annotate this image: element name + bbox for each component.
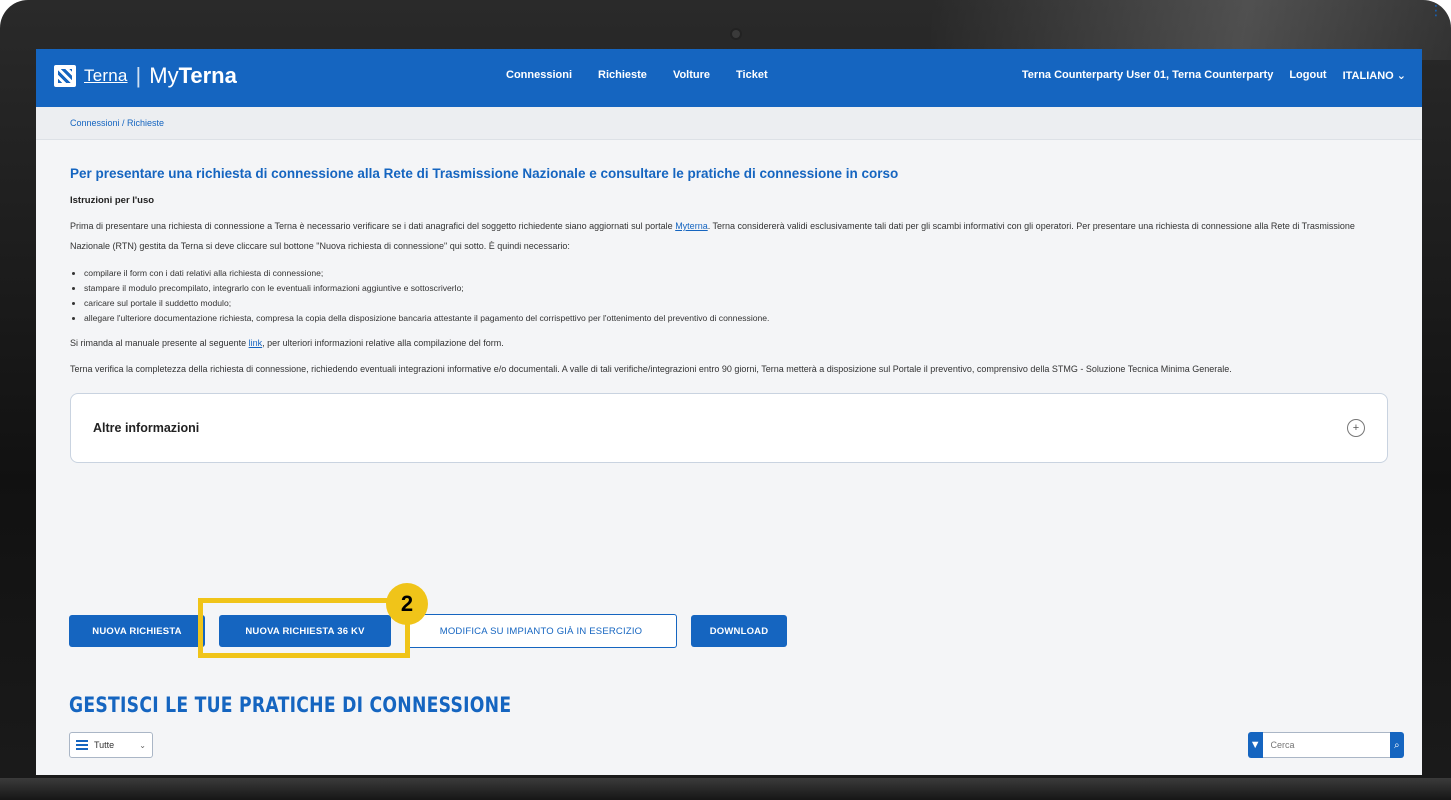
more-info-accordion[interactable]: Altre informazioni + <box>70 393 1388 463</box>
section-title: GESTISCI LE TUE PRATICHE DI CONNESSIONE <box>69 693 512 717</box>
download-button[interactable]: DOWNLOAD <box>691 615 787 647</box>
manual-paragraph: Si rimanda al manuale presente al seguen… <box>70 338 504 348</box>
search-input[interactable] <box>1262 732 1390 758</box>
list-icon <box>76 740 88 750</box>
terna-logo-icon <box>54 65 76 87</box>
top-navbar: Terna | MyTerna Connessioni Richieste Vo… <box>36 49 1422 107</box>
corner-dots-icon: ⋮ <box>1429 2 1443 18</box>
instructions-heading: Istruzioni per l'uso <box>70 195 155 206</box>
nav-volture[interactable]: Volture <box>673 69 710 81</box>
list-item: caricare sul portale il suddetto modulo; <box>84 298 1388 308</box>
laptop-base <box>0 778 1451 800</box>
user-name[interactable]: Terna Counterparty User 01, Terna Counte… <box>1022 69 1273 82</box>
plus-circle-icon[interactable]: + <box>1347 419 1365 437</box>
steps-list: compilare il form con i dati relativi al… <box>70 268 1388 323</box>
nav-connessioni[interactable]: Connessioni <box>506 69 572 81</box>
tutorial-highlight-box <box>198 598 410 658</box>
brand-name: Terna <box>84 66 128 85</box>
list-item: compilare il form con i dati relativi al… <box>84 268 1388 278</box>
myterna-logo[interactable]: Terna | MyTerna <box>54 63 237 89</box>
breadcrumb[interactable]: Connessioni / Richieste <box>36 107 1422 140</box>
new-request-button[interactable]: NUOVA RICHIESTA <box>69 615 205 647</box>
nav-ticket[interactable]: Ticket <box>736 69 768 81</box>
webcam <box>732 30 740 38</box>
step-number-badge: 2 <box>386 583 428 625</box>
logo-separator: | <box>135 63 142 88</box>
instructions-paragraph: Prima di presentare una richiesta di con… <box>70 221 1355 251</box>
app-name: MyTerna <box>149 63 237 88</box>
user-area: Terna Counterparty User 01, Terna Counte… <box>1022 69 1406 82</box>
chevron-down-icon: ⌄ <box>139 740 146 750</box>
filter-icon[interactable]: ▼ <box>1248 732 1263 758</box>
main-content: Per presentare una richiesta di connessi… <box>36 166 1422 463</box>
page-title: Per presentare una richiesta di connessi… <box>70 166 899 181</box>
nav-richieste[interactable]: Richieste <box>598 69 647 81</box>
status-filter-select[interactable]: Tutte ⌄ <box>69 732 153 758</box>
verification-paragraph: Terna verifica la completezza della rich… <box>70 364 1232 374</box>
filter-selected-value: Tutte <box>94 740 115 750</box>
browser-screen: Terna | MyTerna Connessioni Richieste Vo… <box>36 49 1422 775</box>
myterna-link[interactable]: Myterna <box>675 221 708 231</box>
list-item: stampare il modulo precompilato, integra… <box>84 283 1388 293</box>
modify-plant-button[interactable]: MODIFICA SU IMPIANTO GIÀ IN ESERCIZIO <box>405 614 677 648</box>
search-box: ▼ ⌕ <box>1248 732 1404 758</box>
search-icon[interactable]: ⌕ <box>1389 732 1404 758</box>
main-nav: Connessioni Richieste Volture Ticket <box>506 69 768 81</box>
language-select[interactable]: ITALIANO ⌄ <box>1343 69 1406 82</box>
more-info-label: Altre informazioni <box>93 421 200 435</box>
logout-link[interactable]: Logout <box>1289 69 1326 82</box>
action-buttons: NUOVA RICHIESTA NUOVA RICHIESTA 36 KV MO… <box>69 614 787 648</box>
manual-link[interactable]: link <box>249 338 263 348</box>
list-item: allegare l'ulteriore documentazione rich… <box>84 313 1388 323</box>
